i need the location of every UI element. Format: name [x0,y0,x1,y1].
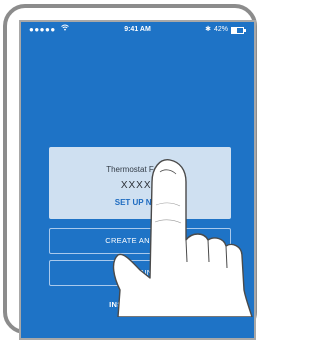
install-device-link[interactable]: INSTALL A DEVI [49,300,231,309]
device-code: XXXXX [120,180,160,191]
card-title: Thermostat Found: [106,165,174,174]
set-up-now-link[interactable]: SET UP NOW [49,198,231,207]
login-button[interactable]: LOGIN [49,260,231,286]
thermostat-found-card[interactable]: Thermostat Found: XXXXX SET UP NOW [49,147,231,219]
status-bar: ●●●●● 9:41 AM ✱ 42% [21,22,254,38]
create-account-button[interactable]: CREATE AN ACCO [49,228,231,254]
app-screen: ●●●●● 9:41 AM ✱ 42% Thermostat Found: XX… [19,20,256,340]
battery-level [232,27,237,33]
battery-percent: 42% [213,26,228,33]
bluetooth-icon: ✱ [205,26,211,33]
battery-icon [231,26,246,34]
status-right: ✱ 42% [205,22,246,38]
phone-frame: ●●●●● 9:41 AM ✱ 42% Thermostat Found: XX… [3,4,257,340]
